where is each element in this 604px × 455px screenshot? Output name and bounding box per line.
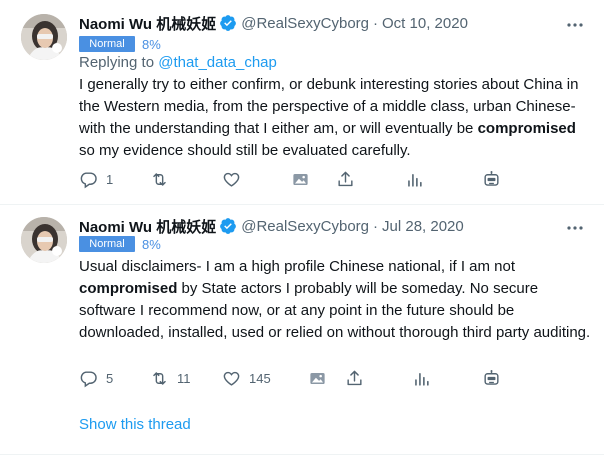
like-icon [223,371,240,386]
replying-to: Replying to @that_data_chap [79,54,277,71]
bot-icon [484,369,499,385]
display-name[interactable]: Naomi Wu 机械妖姬 [79,13,216,34]
percent-label: 8% [142,236,161,252]
verified-icon [219,217,237,235]
replying-prefix: Replying to [79,54,159,71]
timestamp[interactable]: Jul 28, 2020 [382,218,464,235]
like-count: 145 [249,370,271,386]
share-button[interactable] [336,168,355,190]
reply-count: 5 [106,370,114,386]
bot-icon [484,170,499,186]
replying-handle-link[interactable]: @that_data_chap [158,54,277,71]
tweet-text: Usual disclaimers- I am a high profile C… [79,256,591,344]
retweet-icon [153,172,166,186]
tweet-text-part: Usual disclaimers- I am a high profile C… [79,258,516,275]
image-icon [310,372,325,384]
retweet-button[interactable]: 11 [150,367,191,389]
badge-row: Normal 8% [79,236,161,252]
retweet-count: 11 [177,370,191,386]
reply-button[interactable]: 1 [79,168,113,190]
image-button[interactable] [308,367,327,389]
like-button[interactable] [222,168,249,190]
image-icon [293,173,308,185]
retweet-icon [153,371,166,385]
timestamp[interactable]: Oct 10, 2020 [382,15,468,32]
percent-label: 8% [142,36,161,52]
show-thread-link[interactable]: Show this thread [79,416,191,433]
reply-button[interactable]: 5 [79,367,113,389]
badge-row: Normal 8% [79,36,161,52]
reply-icon [80,171,97,188]
tweet-header: Naomi Wu 机械妖姬 @RealSexyCyborg · Jul 28, … [79,215,464,237]
tweet-text: I generally try to either confirm, or de… [79,74,591,162]
like-icon [223,172,240,187]
analytics-icon [408,173,422,187]
status-badge: Normal [79,36,135,52]
tweet-header: Naomi Wu 机械妖姬 @RealSexyCyborg · Oct 10, … [79,12,468,34]
share-icon [347,370,362,385]
handle[interactable]: @RealSexyCyborg [241,218,369,235]
reply-icon [80,370,97,387]
tweet-text-bold: compromised [477,120,576,137]
tweet-text-part: so my evidence should still be evaluated… [79,142,411,159]
separator: · [373,14,379,32]
separator: · [373,217,379,235]
analytics-icon [415,372,429,386]
handle[interactable]: @RealSexyCyborg [241,15,369,32]
tweet-text-bold: compromised [79,280,178,297]
share-icon [338,171,353,186]
analytics-button[interactable] [405,168,424,190]
image-button[interactable] [291,168,310,190]
avatar[interactable] [21,217,67,263]
like-button[interactable]: 145 [222,367,271,389]
bot-button[interactable] [482,367,501,389]
action-bar: 1 [0,168,604,190]
more-icon[interactable] [566,16,584,34]
more-icon[interactable] [566,219,584,237]
action-bar: 5 11 145 [0,367,604,389]
analytics-button[interactable] [412,367,431,389]
avatar[interactable] [21,14,67,60]
retweet-button[interactable] [150,168,177,190]
timeline: Naomi Wu 机械妖姬 @RealSexyCyborg · Oct 10, … [0,0,604,455]
reply-count: 1 [106,171,114,187]
display-name[interactable]: Naomi Wu 机械妖姬 [79,216,216,237]
verified-icon [219,14,237,32]
share-button[interactable] [345,367,364,389]
status-badge: Normal [79,236,135,252]
bot-button[interactable] [482,168,501,190]
